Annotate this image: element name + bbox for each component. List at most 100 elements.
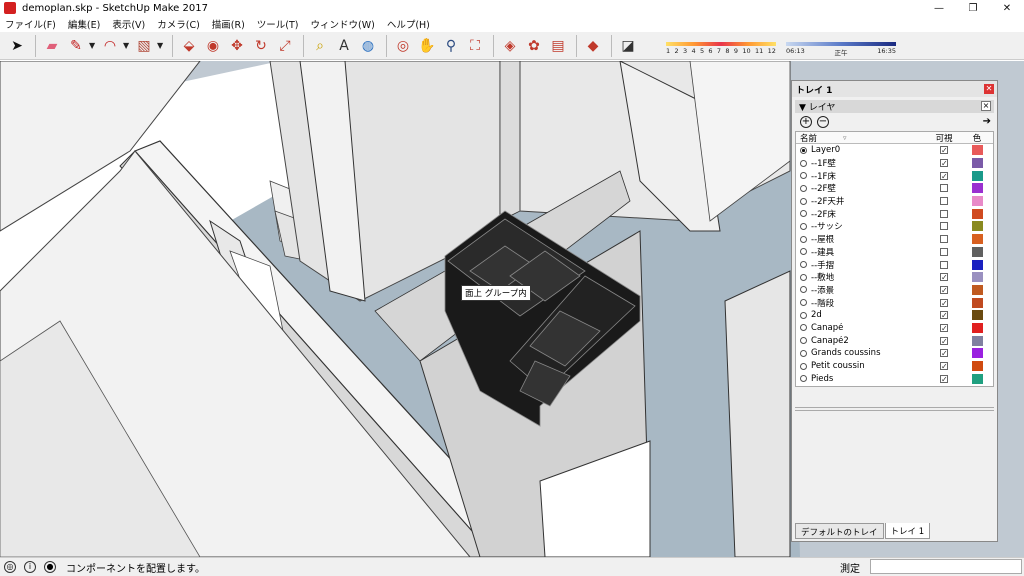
visible-checkbox[interactable]: ✓ <box>940 323 948 332</box>
visible-checkbox[interactable]: ✓ <box>940 273 948 282</box>
active-layer-radio[interactable] <box>800 222 807 230</box>
minus-circle-icon[interactable]: − <box>817 116 829 128</box>
layer-name[interactable]: --階段 <box>811 297 834 309</box>
layer-color-swatch[interactable] <box>971 297 983 308</box>
layer-name[interactable]: --2F床 <box>811 208 836 220</box>
layer-color-swatch[interactable] <box>971 183 983 194</box>
layer-row[interactable]: --2F壁 <box>796 182 993 195</box>
layer-name[interactable]: --2F壁 <box>811 182 836 194</box>
tab-default-tray[interactable]: デフォルトのトレイ <box>795 523 884 539</box>
visible-checkbox[interactable]: ✓ <box>940 349 948 358</box>
layer-row[interactable]: Pieds ✓ <box>796 372 993 385</box>
layer-name[interactable]: --2F天井 <box>811 195 844 207</box>
active-layer-radio[interactable] <box>800 235 807 243</box>
visible-checkbox[interactable]: ✓ <box>940 285 948 294</box>
shadow-time-slider[interactable]: 06:13 正午 16:35 <box>786 36 896 58</box>
dropdown-caret-icon[interactable]: ▼ <box>157 41 167 50</box>
rectangle-icon[interactable]: ▧ <box>133 35 155 57</box>
shadows-icon[interactable]: ◪ <box>617 35 639 57</box>
layer-name[interactable]: --サッシ <box>811 220 843 232</box>
menu-tools[interactable]: ツール(T) <box>257 17 299 31</box>
menu-help[interactable]: ヘルプ(H) <box>387 17 430 31</box>
visible-checkbox[interactable]: ✓ <box>940 298 948 307</box>
tape-measure-icon[interactable]: ⌕ <box>309 35 331 57</box>
layer-row[interactable]: 2d ✓ <box>796 309 993 322</box>
layer-row[interactable]: --添景 ✓ <box>796 284 993 297</box>
layer-row[interactable]: --サッシ <box>796 220 993 233</box>
active-layer-radio[interactable] <box>800 324 807 332</box>
restore-button[interactable]: ❐ <box>956 0 990 16</box>
scale-icon[interactable]: ⤢ <box>274 35 296 57</box>
layer-name[interactable]: Canapé <box>811 323 843 333</box>
layer-color-swatch[interactable] <box>971 170 983 181</box>
col-name[interactable]: 名前 ▿ <box>796 132 926 144</box>
layer-row[interactable]: --1F床 ✓ <box>796 169 993 182</box>
active-layer-radio[interactable] <box>800 261 807 269</box>
active-layer-radio[interactable] <box>800 375 807 383</box>
extension-warehouse-icon[interactable]: ✿ <box>523 35 545 57</box>
active-layer-radio[interactable] <box>800 337 807 345</box>
layer-row[interactable]: Layer0 ✓ <box>796 144 993 157</box>
layer-color-swatch[interactable] <box>971 361 983 372</box>
menu-draw[interactable]: 描画(R) <box>212 17 245 31</box>
layer-name[interactable]: --手摺 <box>811 259 834 271</box>
active-layer-radio[interactable] <box>800 362 807 370</box>
layer-color-swatch[interactable] <box>971 259 983 270</box>
user-icon[interactable]: ● <box>44 561 56 573</box>
dropdown-caret-icon[interactable]: ▼ <box>89 41 99 50</box>
active-layer-radio[interactable] <box>800 349 807 357</box>
tab-tray-1[interactable]: トレイ 1 <box>884 523 931 539</box>
layer-row[interactable]: --2F床 <box>796 207 993 220</box>
visible-checkbox[interactable]: ✓ <box>940 159 948 168</box>
layer-row[interactable]: Petit coussin ✓ <box>796 360 993 373</box>
layer-name[interactable]: --建具 <box>811 246 834 258</box>
layer-color-swatch[interactable] <box>971 335 983 346</box>
layer-row[interactable]: --屋根 <box>796 233 993 246</box>
layer-color-swatch[interactable] <box>971 246 983 257</box>
layer-name[interactable]: 2d <box>811 310 822 320</box>
layout-icon[interactable]: ▤ <box>547 35 569 57</box>
active-layer-radio[interactable] <box>800 210 807 218</box>
layer-color-swatch[interactable] <box>971 284 983 295</box>
menu-file[interactable]: ファイル(F) <box>5 17 56 31</box>
details-arrow-icon[interactable]: ➔ <box>983 116 991 127</box>
layer-row[interactable]: --2F天井 <box>796 195 993 208</box>
panel-close-button[interactable]: × <box>981 101 991 111</box>
layer-color-swatch[interactable] <box>971 234 983 245</box>
text-icon[interactable]: A <box>333 35 355 57</box>
menu-edit[interactable]: 編集(E) <box>68 17 100 31</box>
layer-row[interactable]: --手摺 <box>796 258 993 271</box>
minimize-button[interactable]: — <box>922 0 956 16</box>
layer-name[interactable]: Layer0 <box>811 145 840 155</box>
layer-color-swatch[interactable] <box>971 158 983 169</box>
visible-checkbox[interactable] <box>940 197 948 206</box>
layer-color-swatch[interactable] <box>971 348 983 359</box>
active-layer-radio[interactable] <box>800 248 807 256</box>
visible-checkbox[interactable] <box>940 247 948 256</box>
layer-name[interactable]: --屋根 <box>811 233 834 245</box>
layer-name[interactable]: --添景 <box>811 284 834 296</box>
measurements-input[interactable] <box>870 559 1022 574</box>
visible-checkbox[interactable] <box>940 209 948 218</box>
layer-color-swatch[interactable] <box>971 373 983 384</box>
dropdown-caret-icon[interactable]: ▼ <box>123 41 133 50</box>
plus-circle-icon[interactable]: + <box>800 116 812 128</box>
col-color[interactable]: 色 <box>962 132 992 144</box>
menu-view[interactable]: 表示(V) <box>112 17 145 31</box>
warehouse-icon[interactable]: ◈ <box>499 35 521 57</box>
layer-row[interactable]: Grands coussins ✓ <box>796 347 993 360</box>
active-layer-radio[interactable] <box>800 286 807 294</box>
active-layer-radio[interactable] <box>800 184 807 192</box>
arc-icon[interactable]: ◠ <box>99 35 121 57</box>
active-layer-radio[interactable] <box>800 146 807 154</box>
visible-checkbox[interactable]: ✓ <box>940 336 948 345</box>
select-icon[interactable]: ➤ <box>6 35 28 57</box>
layer-color-swatch[interactable] <box>971 196 983 207</box>
visible-checkbox[interactable]: ✓ <box>940 374 948 383</box>
active-layer-radio[interactable] <box>800 197 807 205</box>
layer-color-swatch[interactable] <box>971 145 983 156</box>
layer-color-swatch[interactable] <box>971 272 983 283</box>
pencil-icon[interactable]: ✎ <box>65 35 87 57</box>
col-visible[interactable]: 可視 <box>926 132 962 144</box>
layer-name[interactable]: Grands coussins <box>811 348 881 358</box>
